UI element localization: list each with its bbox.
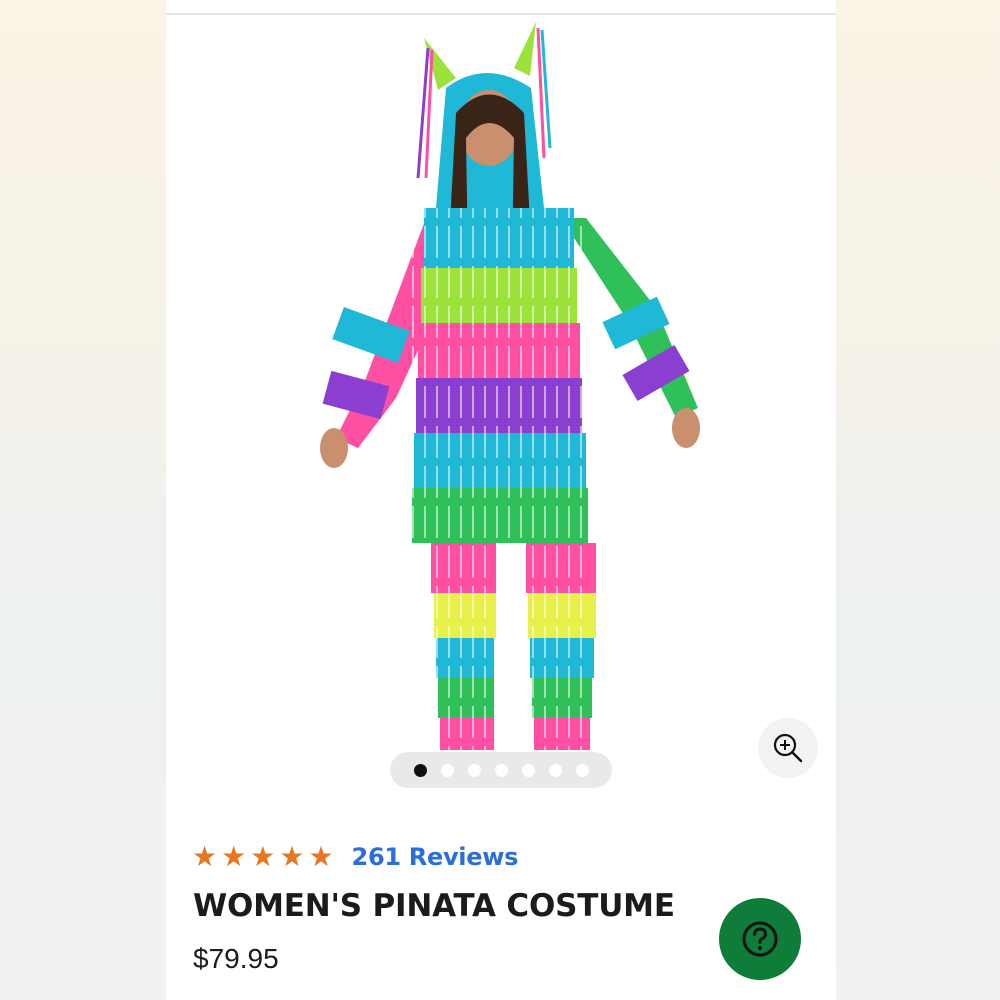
pagination-dot[interactable] (440, 763, 454, 777)
zoom-button[interactable] (758, 718, 818, 778)
header-divider (166, 13, 836, 15)
star-icon: ★ (221, 841, 247, 872)
star-rating: ★ ★ ★ ★ ★ (192, 843, 334, 871)
product-title: WOMEN'S PINATA COSTUME (193, 888, 675, 924)
star-icon: ★ (308, 841, 334, 872)
background-left (0, 0, 166, 1000)
star-icon: ★ (279, 841, 305, 872)
product-image[interactable] (306, 18, 706, 758)
costume-horn (514, 22, 536, 76)
star-icon: ★ (192, 841, 218, 872)
rating-row: ★ ★ ★ ★ ★ 261 Reviews (192, 843, 519, 872)
product-page: ★ ★ ★ ★ ★ 261 Reviews WOMEN'S PINATA COS… (166, 0, 836, 1000)
pagination-dot[interactable] (548, 763, 562, 777)
product-price: $79.95 (193, 943, 279, 974)
background-right (836, 0, 1000, 1000)
zoom-in-icon (773, 733, 803, 763)
pagination-dot[interactable] (494, 763, 508, 777)
image-pagination (390, 752, 612, 788)
question-circle-icon (742, 921, 778, 957)
costume-horn (424, 38, 456, 90)
pagination-dot[interactable] (521, 763, 535, 777)
pagination-dot[interactable] (467, 763, 481, 777)
reviews-link[interactable]: 261 Reviews (352, 843, 519, 871)
pagination-dot[interactable] (575, 763, 589, 777)
help-button[interactable] (719, 898, 801, 980)
pagination-dot[interactable] (413, 763, 427, 777)
star-icon: ★ (250, 841, 276, 872)
